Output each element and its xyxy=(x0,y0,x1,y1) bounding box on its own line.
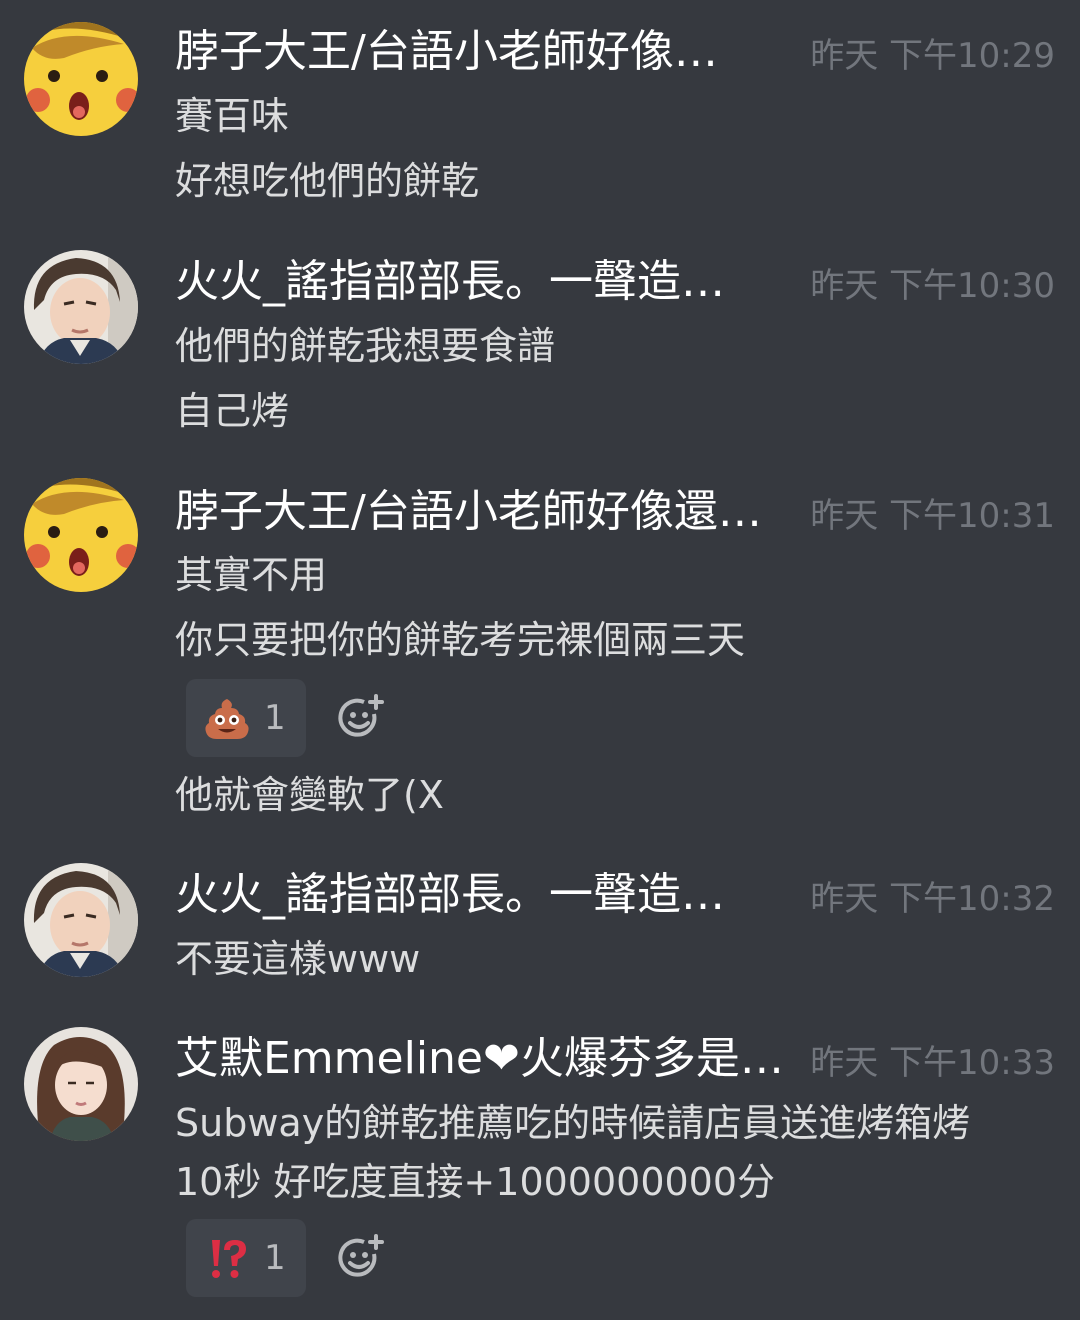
add-reaction-button[interactable] xyxy=(336,692,386,742)
message-timestamp: 昨天 下午10:31 xyxy=(810,496,1055,536)
message-text: Subway的餅乾推薦吃的時候請店員送進烤箱烤 xyxy=(175,1101,971,1145)
message-author[interactable]: 火火_謠指部部長。一聲造… xyxy=(175,865,775,925)
message-text: 其實不用 xyxy=(175,553,328,597)
message-timestamp: 昨天 下午10:30 xyxy=(810,266,1055,306)
reaction-count: 1 xyxy=(264,698,286,738)
message-timestamp: 昨天 下午10:32 xyxy=(810,879,1055,919)
reaction-count: 1 xyxy=(264,1238,286,1278)
message-timestamp: 昨天 下午10:33 xyxy=(810,1043,1055,1083)
add-reaction-button[interactable] xyxy=(336,1232,386,1282)
reaction-interrobang[interactable]: 1 xyxy=(186,1219,306,1297)
message-text: 10秒 好吃度直接+1000000000分 xyxy=(175,1160,776,1204)
add-reaction-icon xyxy=(338,694,384,737)
message-text: 他就會變軟了(X xyxy=(175,773,444,817)
message-text: 賽百味 xyxy=(175,94,290,138)
interrobang-icon xyxy=(212,1240,246,1278)
reaction-poop[interactable]: 1 xyxy=(186,679,306,757)
message-author[interactable]: 脖子大王/台語小老師好像… xyxy=(175,22,775,82)
message-timestamp: 昨天 下午10:29 xyxy=(810,36,1055,76)
user-photo-avatar[interactable] xyxy=(24,250,138,364)
message-author[interactable]: 火火_謠指部部長。一聲造… xyxy=(175,252,775,312)
message-author[interactable]: 艾默Emmeline❤火爆芬多是… xyxy=(175,1029,805,1089)
pikachu-avatar[interactable] xyxy=(24,478,138,592)
girl-photo-avatar[interactable] xyxy=(24,1027,138,1141)
message-text: 他們的餅乾我想要食譜 xyxy=(175,324,556,368)
message-text: 自己烤 xyxy=(175,389,290,433)
add-reaction-icon xyxy=(338,1234,384,1277)
user-photo-avatar[interactable] xyxy=(24,863,138,977)
message-text: 你只要把你的餅乾考完裸個兩三天 xyxy=(175,618,746,662)
pikachu-avatar[interactable] xyxy=(24,22,138,136)
message-author[interactable]: 脖子大王/台語小老師好像還… xyxy=(175,482,815,542)
poop-icon xyxy=(205,699,249,739)
message-text: 不要這樣www xyxy=(175,937,421,981)
message-text: 好想吃他們的餅乾 xyxy=(175,159,480,203)
